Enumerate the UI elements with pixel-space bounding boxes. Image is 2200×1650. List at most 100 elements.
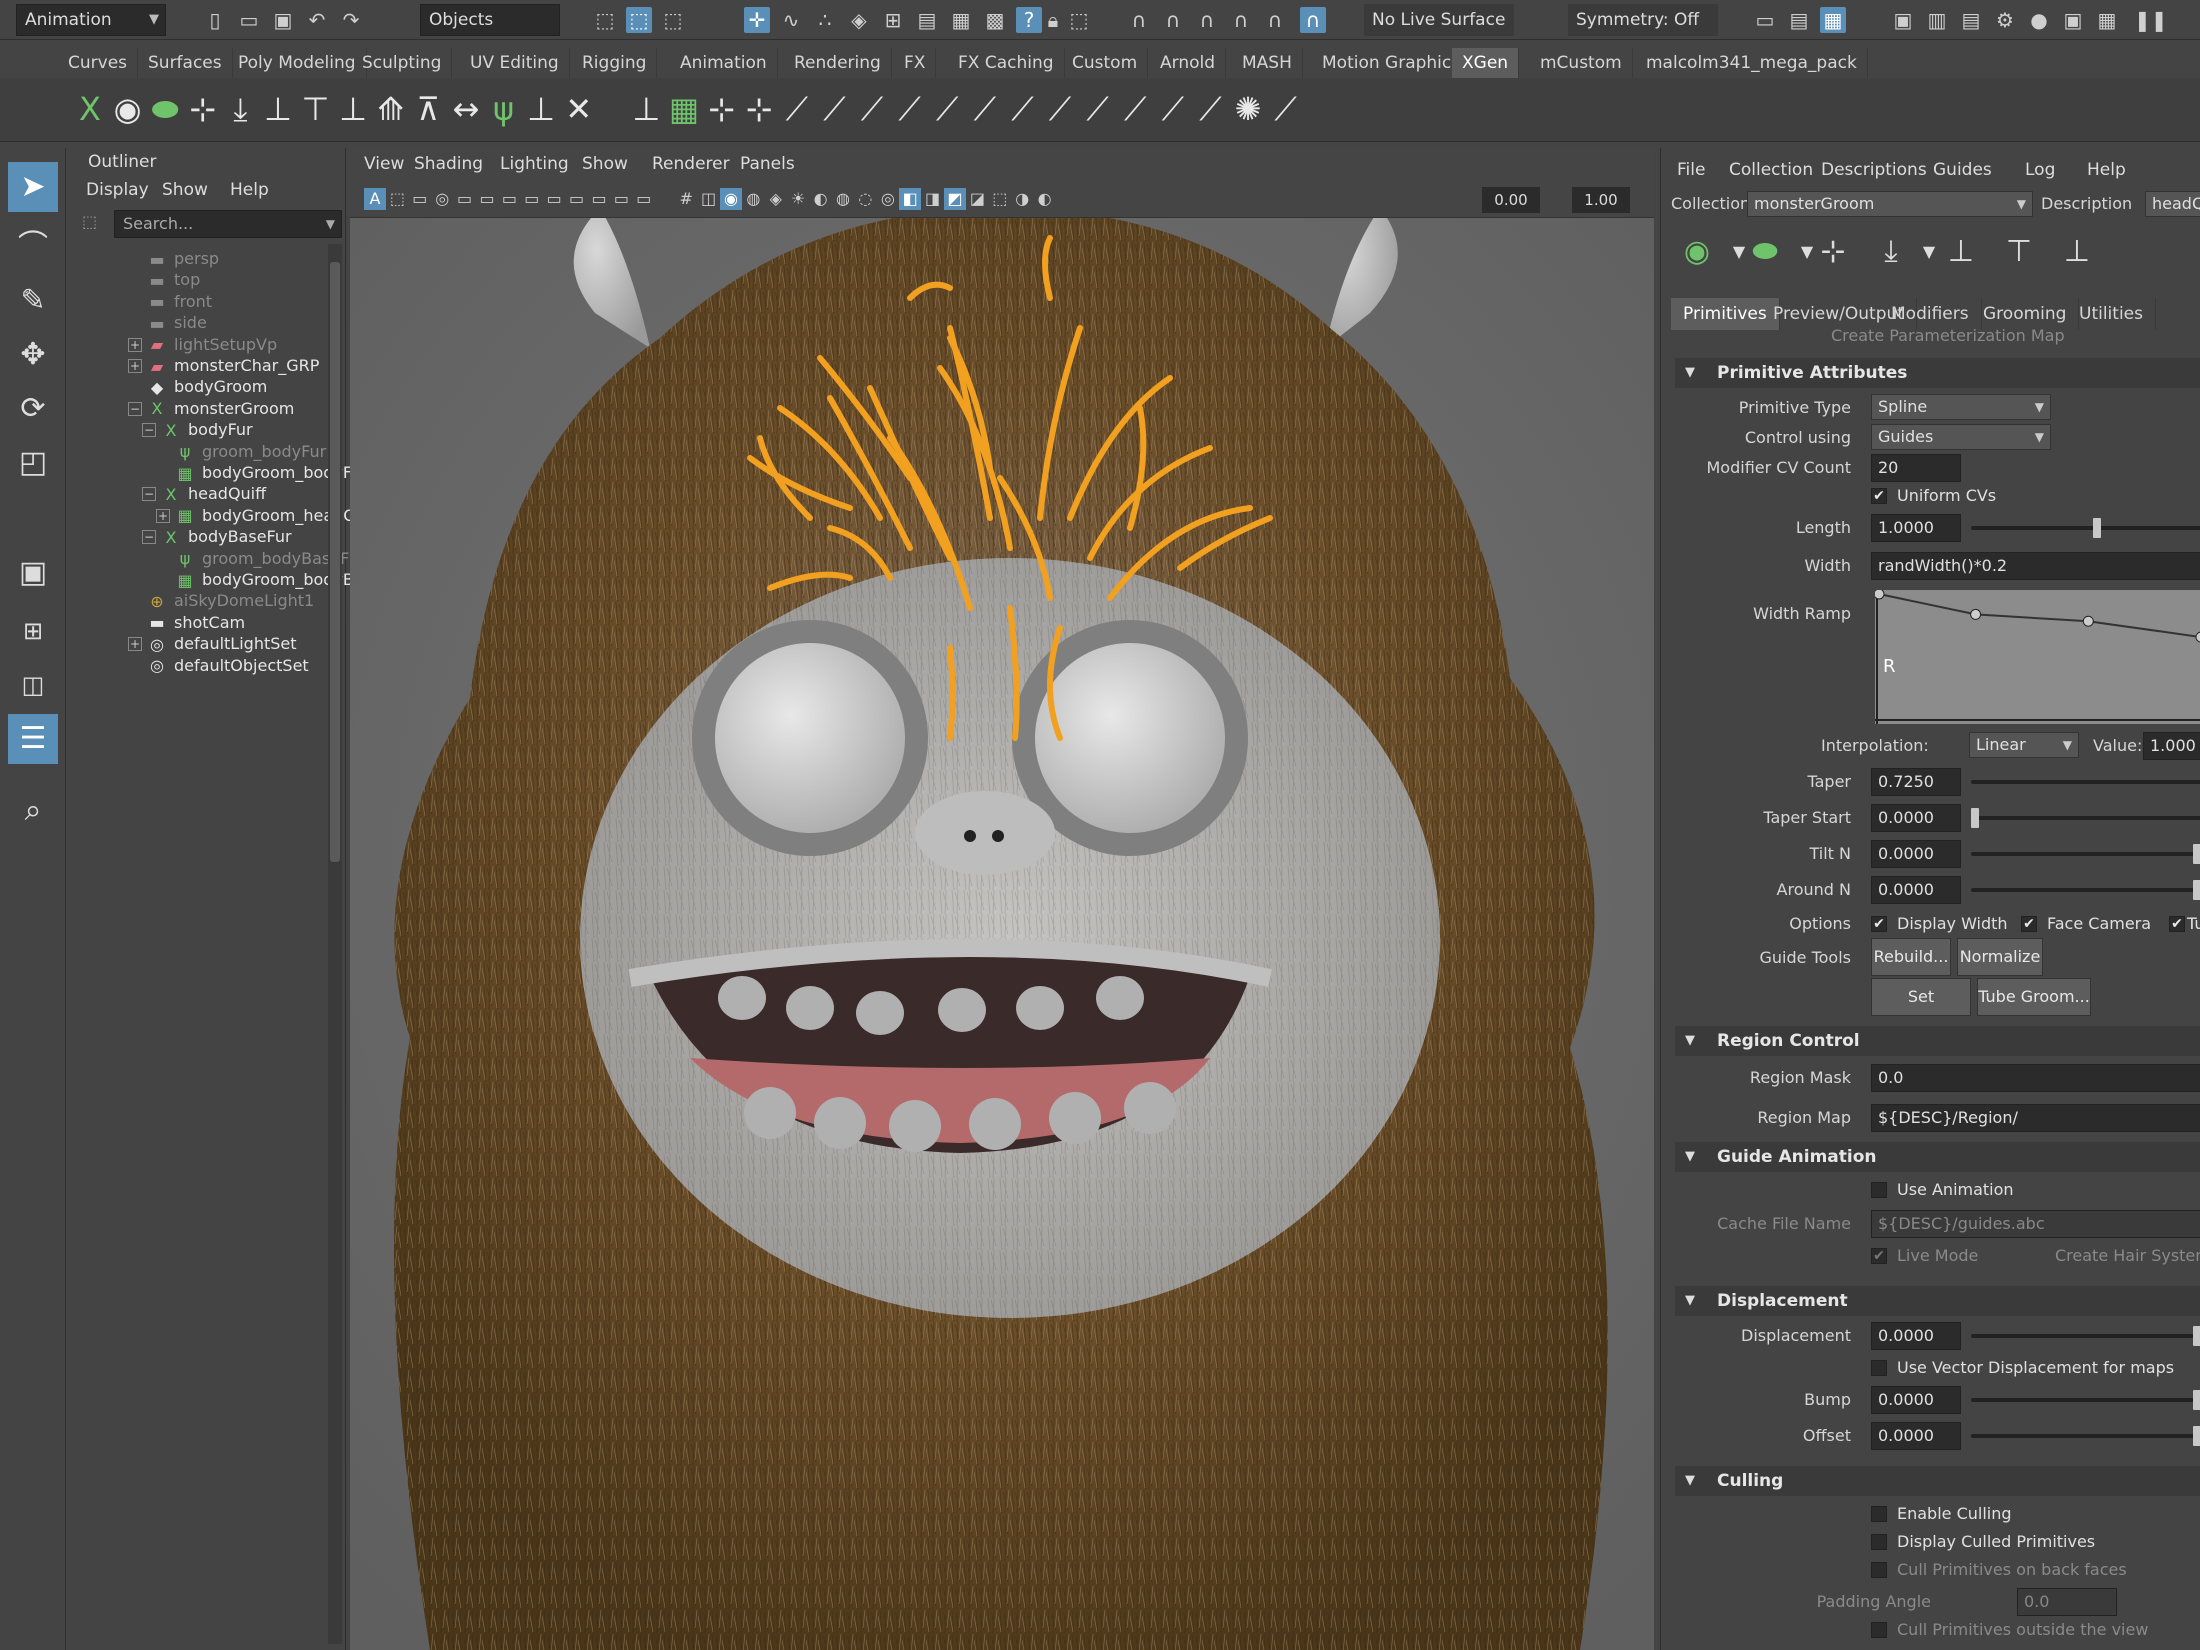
open-scene-icon[interactable]: ▭ [236, 7, 262, 33]
set-length-button[interactable]: Set Length... [1871, 978, 1971, 1042]
taper-field[interactable]: 0.7250 [1871, 768, 1961, 796]
length-slider[interactable] [1971, 518, 2200, 538]
render-frame-icon[interactable]: ▣ [1890, 7, 1916, 33]
bump-field[interactable]: 0.0000 [1871, 1386, 1961, 1414]
offset-slider[interactable] [1971, 1426, 2200, 1446]
undo-icon[interactable]: ↶ [304, 7, 330, 33]
history-icon[interactable]: ▤ [914, 7, 940, 33]
vp-exposure-icon[interactable]: ◑ [1011, 188, 1033, 210]
outliner-menu-show[interactable]: Show [162, 180, 208, 200]
magnet2-icon[interactable]: ∩ [1160, 7, 1186, 33]
bump-slider[interactable] [1971, 1390, 2200, 1410]
face-camera-checkbox[interactable]: ✔ [2021, 916, 2037, 932]
vp-default-material-icon[interactable]: ◍ [742, 188, 764, 210]
help-icon[interactable]: ? [1016, 7, 1042, 33]
outliner-menu-help[interactable]: Help [230, 180, 269, 200]
region-map-field[interactable]: ${DESC}/Region/ [1871, 1104, 2200, 1132]
description-dropdown[interactable]: headQ [2145, 191, 2200, 217]
enable-culling-checkbox[interactable] [1871, 1506, 1887, 1522]
xgen-preview-icon[interactable]: ◉ [1677, 230, 1717, 274]
interpolation-dropdown[interactable]: Linear ▼ [1969, 732, 2079, 758]
expand-toggle-icon[interactable]: − [142, 530, 156, 545]
vp-ao-icon[interactable]: ◍ [832, 188, 854, 210]
vp-image-plane-icon[interactable]: ◎ [431, 188, 453, 210]
xgen-menu-guides[interactable]: Guides [1933, 160, 1992, 180]
length-field[interactable]: 1.0000 [1871, 514, 1961, 542]
redo-icon[interactable]: ↷ [338, 7, 364, 33]
snap-grid-icon[interactable]: ✛ [744, 7, 770, 33]
hypershade-icon[interactable]: ● [2026, 7, 2052, 33]
guide-lock-icon[interactable]: ⊥ [2057, 230, 2097, 274]
ramp-point[interactable] [1970, 608, 1982, 620]
use-vector-displacement-checkbox[interactable] [1871, 1360, 1887, 1376]
ramp-value-field[interactable]: 1.000 [2143, 732, 2200, 760]
cache-file-field[interactable]: ${DESC}/guides.abc [1871, 1210, 2200, 1238]
four-view-icon[interactable]: ⊞ [8, 606, 58, 656]
guide-cv-icon[interactable]: ⊥ [1941, 230, 1981, 274]
shelf-tab-fx[interactable]: FX [894, 48, 937, 78]
shelf-guide-cut-icon[interactable]: ✕ [557, 84, 601, 134]
taper-start-slider[interactable] [1971, 808, 2200, 828]
culling-header[interactable]: Culling [1675, 1466, 2200, 1496]
xgen-menu-help[interactable]: Help [2087, 160, 2126, 180]
outliner-search-input[interactable]: Search... ▼ [114, 210, 342, 238]
move-guide-icon[interactable]: ⤓ [1871, 230, 1911, 274]
viewport-menu-renderer[interactable]: Renderer [652, 154, 730, 174]
displacement-slider[interactable] [1971, 1326, 2200, 1346]
taper-start-knob[interactable] [1971, 808, 1979, 828]
live-surface-field[interactable]: No Live Surface [1364, 4, 1514, 36]
xgen-menu-file[interactable]: File [1677, 160, 1705, 180]
vp-motion-blur-icon[interactable]: ◌ [854, 188, 876, 210]
save-scene-icon[interactable]: ▣ [270, 7, 296, 33]
lock-icon[interactable]: 🔒︎ [1040, 7, 1066, 33]
offset-field[interactable]: 0.0000 [1871, 1422, 1961, 1450]
taper-slider[interactable] [1971, 780, 2200, 784]
vp-grid-icon[interactable]: # [675, 188, 697, 210]
expand-toggle-icon[interactable]: − [142, 423, 156, 438]
cull-back-faces-checkbox[interactable] [1871, 1562, 1887, 1578]
padding-angle-field[interactable]: 0.0 [2017, 1588, 2117, 1616]
vp-camera-icon[interactable]: ▭ [498, 188, 520, 210]
around-field[interactable]: 0.0000 [1871, 876, 1961, 904]
param-map-link[interactable]: Create Parameterization Map [1831, 326, 2065, 345]
tilt-knob[interactable] [2193, 844, 2200, 864]
live-mode-checkbox[interactable]: ✔ [1871, 1248, 1887, 1264]
outliner-scroll-thumb[interactable] [330, 262, 340, 862]
shelf-tab-mcustom[interactable]: mCustom [1530, 48, 1633, 78]
arnold-render-icon[interactable]: ▣ [2060, 7, 2086, 33]
display-culled-checkbox[interactable] [1871, 1534, 1887, 1550]
attr-editor-icon[interactable]: ▤ [1786, 7, 1812, 33]
pause-icon[interactable]: ❚❚ [2134, 7, 2168, 33]
viewport-panel[interactable]: View Shading Lighting Show Renderer Panels A ⬚… [350, 148, 1654, 1650]
shelf-tab-poly-modeling[interactable]: Poly Modeling [228, 48, 367, 78]
selection-mask-dropdown[interactable]: Objects [420, 4, 560, 36]
two-view-icon[interactable]: ◫ [8, 660, 58, 710]
vp-gate-mask-icon[interactable]: ▭ [566, 188, 588, 210]
region-control-header[interactable]: Region Control [1675, 1026, 2200, 1056]
vp-lighting-icon[interactable]: ☀ [787, 188, 809, 210]
vp-gamma-icon[interactable]: ◐ [1034, 188, 1056, 210]
monster-render[interactable] [350, 218, 1654, 1650]
lasso-tool-icon[interactable]: ⌒ [8, 222, 58, 272]
shelf-tab-fx-caching[interactable]: FX Caching [948, 48, 1065, 78]
around-knob[interactable] [2193, 880, 2200, 900]
select-tool-icon[interactable]: ➤ [8, 162, 58, 212]
width-expression-field[interactable]: randWidth()*0.2 [1871, 552, 2200, 580]
viewport-menu-panels[interactable]: Panels [740, 154, 795, 174]
viewport-menu-show[interactable]: Show [582, 154, 628, 174]
shelf-tab-curves[interactable]: Curves [58, 48, 139, 78]
outliner-layout-icon[interactable]: ☰ [8, 714, 58, 764]
viewport-menu-view[interactable]: View [364, 154, 404, 174]
offset-knob[interactable] [2193, 1426, 2200, 1446]
vp-smooth-shade-icon[interactable]: ◉ [720, 188, 742, 210]
toolbox-icon[interactable]: ▦ [1820, 7, 1846, 33]
snap-plane-icon[interactable]: ◈ [846, 7, 872, 33]
layout-icon[interactable]: ▭ [1752, 7, 1778, 33]
vp-aa-icon[interactable]: ◎ [877, 188, 899, 210]
shelf-tab-surfaces[interactable]: Surfaces [138, 48, 233, 78]
add-guide-icon[interactable]: ⊹ [1813, 230, 1853, 274]
ramp-point[interactable] [1875, 590, 1885, 600]
guide-select-icon[interactable]: ⊤ [1999, 230, 2039, 274]
shelf-tab-rendering[interactable]: Rendering [784, 48, 892, 78]
tube-groom-button[interactable]: Tube Groom... [1977, 978, 2091, 1016]
